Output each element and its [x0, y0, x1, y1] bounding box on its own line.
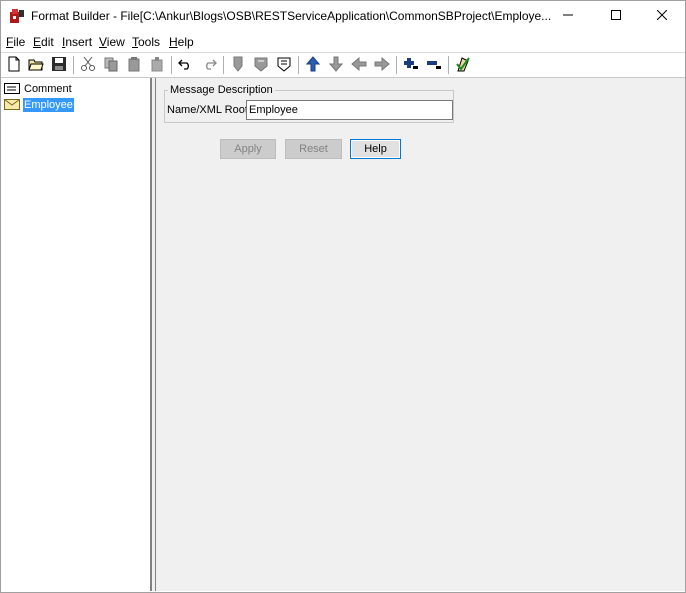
- reset-button[interactable]: Reset: [285, 139, 342, 159]
- copy-icon: [103, 56, 119, 75]
- save-icon: [51, 56, 67, 75]
- maximize-icon: [611, 10, 621, 23]
- toolbar-separator: [396, 56, 397, 74]
- minimize-button[interactable]: [545, 1, 591, 32]
- details-panel: Message Description Name/XML Root Apply …: [156, 78, 685, 591]
- format-builder-window: Format Builder - File[C:\Ankur\Blogs\OSB…: [0, 0, 686, 593]
- menu-help[interactable]: Help: [169, 35, 194, 49]
- undo-icon: [178, 58, 194, 73]
- menu-edit-mnemonic: E: [33, 35, 42, 49]
- menu-bar: File Edit Insert View Tools Help: [1, 32, 685, 53]
- menu-file-label: ile: [13, 35, 26, 49]
- insert-field-button[interactable]: [229, 56, 247, 74]
- menu-insert[interactable]: Insert: [62, 35, 92, 49]
- tree-item-employee[interactable]: Employee: [4, 97, 74, 112]
- save-button[interactable]: [50, 56, 68, 74]
- insert-reference-icon: [276, 56, 292, 75]
- move-up-icon: [305, 55, 321, 75]
- menu-help-mnemonic: H: [169, 35, 178, 49]
- expand-button[interactable]: [402, 56, 420, 74]
- paste-icon: [126, 56, 142, 75]
- tree-item-label: Employee: [23, 97, 74, 112]
- menu-insert-label: nsert: [65, 35, 93, 49]
- move-right-button[interactable]: [373, 56, 391, 74]
- minimize-icon: [563, 10, 573, 23]
- menu-help-label: elp: [177, 35, 194, 49]
- comment-icon: [4, 82, 20, 95]
- tree-item-label: Comment: [24, 82, 72, 95]
- menu-tools[interactable]: Tools: [132, 35, 160, 49]
- paste-special-button[interactable]: [148, 56, 166, 74]
- maximize-button[interactable]: [593, 1, 639, 32]
- new-file-icon: [7, 56, 21, 75]
- move-left-icon: [351, 56, 367, 74]
- toolbar-separator: [448, 56, 449, 74]
- move-left-button[interactable]: [350, 56, 368, 74]
- menu-tools-label: ools: [138, 35, 161, 49]
- open-folder-icon: [28, 57, 44, 74]
- collapse-icon: [426, 56, 442, 75]
- copy-button[interactable]: [102, 56, 120, 74]
- app-icon: [9, 8, 25, 24]
- redo-icon: [201, 58, 217, 73]
- menu-edit[interactable]: Edit: [33, 35, 54, 49]
- toolbar-separator: [73, 56, 74, 74]
- title-bar[interactable]: Format Builder - File[C:\Ankur\Blogs\OSB…: [1, 1, 685, 32]
- open-button[interactable]: [27, 56, 45, 74]
- toolbar-separator: [298, 56, 299, 74]
- check-icon: [455, 56, 471, 75]
- collapse-button[interactable]: [425, 56, 443, 74]
- group-title: Message Description: [168, 84, 275, 96]
- name-xml-root-label: Name/XML Root: [167, 104, 248, 116]
- move-up-button[interactable]: [304, 55, 322, 75]
- paste-button[interactable]: [125, 56, 143, 74]
- menu-view-label: iew: [106, 35, 125, 49]
- new-button[interactable]: [5, 56, 23, 74]
- move-right-icon: [374, 56, 390, 74]
- menu-view[interactable]: View: [99, 35, 125, 49]
- cut-button[interactable]: [79, 56, 97, 74]
- redo-button[interactable]: [200, 56, 218, 74]
- cut-icon: [80, 56, 96, 75]
- insert-reference-button[interactable]: [275, 56, 293, 74]
- name-xml-root-input[interactable]: [246, 100, 453, 120]
- apply-button[interactable]: Apply: [220, 139, 276, 159]
- toolbar-separator: [171, 56, 172, 74]
- help-button[interactable]: Help: [350, 139, 401, 159]
- move-down-button[interactable]: [327, 56, 345, 74]
- window-title: Format Builder - File[C:\Ankur\Blogs\OSB…: [31, 9, 551, 23]
- insert-group-button[interactable]: [252, 56, 270, 74]
- insert-field-icon: [231, 56, 245, 75]
- paste-disabled-icon: [149, 56, 165, 75]
- undo-button[interactable]: [177, 56, 195, 74]
- insert-group-icon: [253, 56, 269, 75]
- menu-file[interactable]: File: [6, 35, 25, 49]
- menu-view-mnemonic: V: [99, 35, 107, 49]
- move-down-icon: [328, 56, 344, 75]
- close-icon: [656, 9, 668, 23]
- toolbar: [1, 53, 685, 78]
- tree-item-comment[interactable]: Comment: [4, 81, 73, 96]
- message-tree: Comment Employee: [2, 78, 151, 591]
- toolbar-separator: [223, 56, 224, 74]
- validate-button[interactable]: [454, 56, 472, 74]
- envelope-icon: [4, 98, 20, 111]
- menu-edit-label: dit: [41, 35, 54, 49]
- close-button[interactable]: [639, 1, 685, 32]
- expand-icon: [403, 56, 419, 75]
